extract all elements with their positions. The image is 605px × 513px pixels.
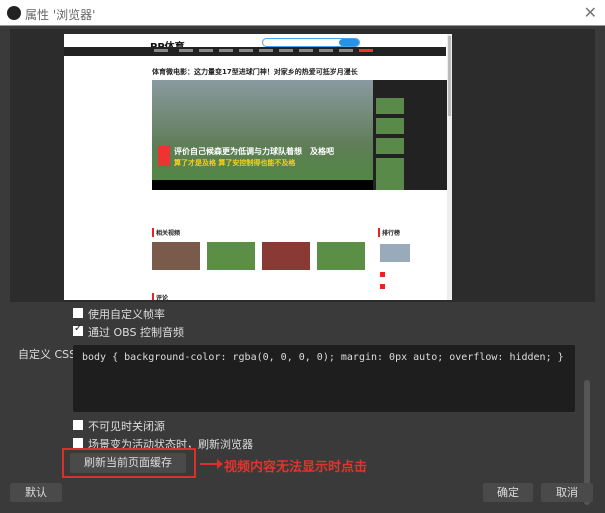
annotation-text: 视频内容无法显示时点击 (224, 460, 368, 475)
thumbnail (317, 242, 365, 270)
video-player: 评价自己候森更为低调与力球队着想 及格吧 算了才是及格 算了安控制得也能不及格 (152, 80, 373, 190)
video-playlist (373, 80, 448, 190)
custom-css-label: 自定义 CSS (18, 348, 77, 361)
custom-css-textarea[interactable]: body { background-color: rgba(0, 0, 0, 0… (73, 345, 575, 412)
video-subtitle: 算了才是及格 算了安控制得也能不及格 (174, 159, 296, 167)
section-rank: 排行榜 (378, 228, 400, 237)
cancel-button[interactable]: 取消 (541, 483, 593, 502)
highlight-box (62, 448, 196, 478)
webpage-scrollbar[interactable] (447, 34, 452, 300)
ok-button[interactable]: 确定 (483, 483, 533, 502)
custom-fps-label: 使用自定义帧率 (88, 308, 165, 321)
thumbnail (262, 242, 310, 270)
pp-logo-icon (158, 146, 170, 166)
obs-audio-checkbox[interactable] (73, 323, 83, 336)
close-button[interactable]: ✕ (584, 3, 597, 22)
thumbnail (207, 242, 255, 270)
thumbnail (152, 242, 200, 270)
defaults-button[interactable]: 默认 (10, 483, 62, 502)
rank-thumbnail (380, 244, 410, 262)
obs-audio-label: 通过 OBS 控制音频 (88, 326, 184, 339)
shutdown-hidden-checkbox[interactable] (73, 420, 83, 430)
site-nav (64, 47, 446, 56)
section-comments: 评论 (152, 293, 168, 300)
refresh-active-checkbox[interactable] (73, 438, 83, 448)
webpage-preview: PP体育 体育微电影：这力量变17型进球门神！对家乡的热爱可抵岁月漫长 评价自己… (64, 34, 452, 300)
window-title: 属性 '浏览器' (25, 8, 96, 22)
headline: 体育微电影：这力量变17型进球门神！对家乡的热爱可抵岁月漫长 (152, 68, 358, 76)
video-caption: 评价自己候森更为低调与力球队着想 及格吧 (174, 147, 334, 156)
arrow-icon (200, 459, 223, 469)
custom-fps-checkbox[interactable] (73, 308, 83, 318)
obs-logo-icon (7, 6, 21, 20)
section-related: 相关视频 (152, 228, 180, 237)
title-bar: 属性 '浏览器' ✕ (0, 0, 605, 26)
site-search (262, 38, 360, 47)
shutdown-hidden-label: 不可见时关闭源 (88, 420, 165, 433)
